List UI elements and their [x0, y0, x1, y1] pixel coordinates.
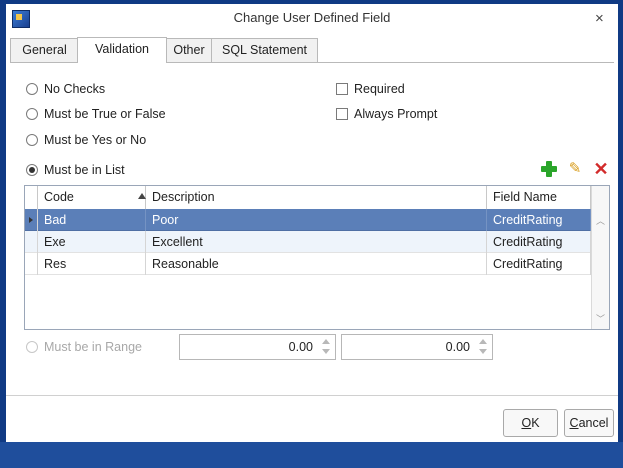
window-frame-right	[618, 0, 623, 468]
radio-button[interactable]	[26, 83, 38, 95]
header-indicator-cell	[25, 186, 38, 209]
close-icon[interactable]: ×	[595, 10, 604, 27]
cell-code[interactable]: Bad	[38, 209, 146, 231]
radio-true-false[interactable]: Must be True or False	[26, 105, 166, 123]
checkbox-required[interactable]: Required	[336, 80, 405, 98]
current-row-icon	[29, 217, 33, 223]
footer-divider	[6, 395, 618, 396]
table-row[interactable]: Exe Excellent CreditRating	[25, 231, 591, 253]
range-min-value: 0.00	[288, 340, 313, 354]
spin-down-icon[interactable]	[322, 349, 330, 354]
cancel-mnemonic: C	[569, 416, 579, 430]
radio-in-list[interactable]: Must be in List	[26, 161, 125, 179]
column-header-description[interactable]: Description	[146, 186, 487, 209]
column-header-code[interactable]: Code	[38, 186, 146, 209]
radio-label: No Checks	[44, 82, 106, 96]
cancel-button[interactable]: Cancel	[564, 409, 614, 437]
row-indicator	[25, 209, 38, 231]
column-header-label: Code	[44, 190, 74, 204]
cell-description[interactable]: Reasonable	[146, 253, 487, 275]
grid-scrollbar[interactable]: ︿ ﹀	[591, 186, 609, 329]
tab-general[interactable]: General	[10, 38, 79, 62]
row-indicator	[25, 231, 38, 253]
radio-in-range[interactable]: Must be in Range	[26, 338, 142, 356]
spinner-buttons[interactable]	[478, 339, 488, 355]
window-frame-left	[0, 0, 6, 468]
add-icon[interactable]	[540, 160, 558, 178]
spin-up-icon[interactable]	[322, 339, 330, 344]
cell-code[interactable]: Res	[38, 253, 146, 275]
row-indicator	[25, 253, 38, 275]
radio-button[interactable]	[26, 134, 38, 146]
range-max-value: 0.00	[445, 340, 470, 354]
radio-yes-no[interactable]: Must be Yes or No	[26, 131, 146, 149]
radio-label: Must be Yes or No	[44, 133, 147, 147]
scroll-down-icon[interactable]: ﹀	[596, 312, 605, 325]
cell-code[interactable]: Exe	[38, 231, 146, 253]
spinner-buttons[interactable]	[321, 339, 331, 355]
ok-button[interactable]: OK	[503, 409, 558, 437]
table-row[interactable]: Res Reasonable CreditRating	[25, 253, 591, 275]
cell-field-name[interactable]: CreditRating	[487, 209, 591, 231]
table-row[interactable]: Bad Poor CreditRating	[25, 209, 591, 231]
checkbox-always-prompt[interactable]: Always Prompt	[336, 105, 437, 123]
range-min-spinner[interactable]: 0.00	[179, 334, 336, 360]
dialog-window: Change User Defined Field × General Vali…	[0, 0, 623, 468]
tab-validation[interactable]: Validation	[77, 37, 167, 63]
scroll-up-icon[interactable]: ︿	[596, 214, 605, 227]
grid-header: Code Description Field Name	[25, 186, 591, 210]
checkbox-label: Required	[354, 82, 405, 96]
title-bar: Change User Defined Field ×	[6, 4, 618, 34]
cell-field-name[interactable]: CreditRating	[487, 231, 591, 253]
ok-label-rest: K	[531, 416, 540, 430]
ok-mnemonic: O	[521, 416, 532, 430]
radio-button[interactable]	[26, 108, 38, 120]
radio-label: Must be in Range	[44, 340, 142, 354]
cell-description[interactable]: Excellent	[146, 231, 487, 253]
tab-other[interactable]: Other	[165, 38, 213, 62]
delete-icon[interactable]: ✕	[592, 160, 610, 178]
cancel-label-rest: ancel	[578, 416, 609, 430]
checkbox-label: Always Prompt	[354, 107, 438, 121]
checkbox[interactable]	[336, 83, 348, 95]
radio-button[interactable]	[26, 341, 38, 353]
window-bottom-bar	[0, 442, 623, 468]
radio-no-checks[interactable]: No Checks	[26, 80, 105, 98]
range-max-spinner[interactable]: 0.00	[341, 334, 493, 360]
radio-label: Must be True or False	[44, 107, 166, 121]
spin-up-icon[interactable]	[479, 339, 487, 344]
dialog-title: Change User Defined Field	[233, 10, 391, 25]
tab-sql-statement[interactable]: SQL Statement	[211, 38, 318, 62]
radio-label: Must be in List	[44, 163, 125, 177]
cell-description[interactable]: Poor	[146, 209, 487, 231]
cell-field-name[interactable]: CreditRating	[487, 253, 591, 275]
list-grid: Code Description Field Name Bad Poor Cre…	[24, 185, 610, 330]
list-toolbar: ✎ ✕	[540, 158, 610, 180]
column-header-field-name[interactable]: Field Name	[487, 186, 591, 209]
spin-down-icon[interactable]	[479, 349, 487, 354]
pencil-icon[interactable]: ✎	[566, 160, 584, 178]
radio-button[interactable]	[26, 164, 38, 176]
sort-ascending-icon	[138, 193, 146, 199]
checkbox[interactable]	[336, 108, 348, 120]
